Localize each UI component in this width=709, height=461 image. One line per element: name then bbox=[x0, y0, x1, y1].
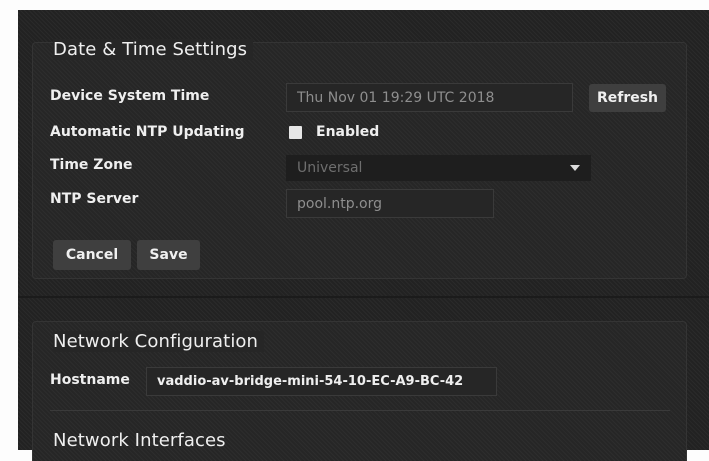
divider bbox=[50, 410, 670, 411]
network-configuration-title: Network Configuration bbox=[53, 331, 265, 352]
chevron-down-icon bbox=[570, 165, 580, 171]
device-system-time-label: Device System Time bbox=[50, 88, 210, 104]
refresh-button[interactable]: Refresh bbox=[589, 84, 666, 112]
time-zone-select[interactable]: Universal bbox=[286, 155, 591, 181]
save-button[interactable]: Save bbox=[137, 240, 200, 270]
ntp-server-label: NTP Server bbox=[50, 191, 139, 207]
datetime-settings-panel: Date & Time Settings Device System Time … bbox=[32, 39, 687, 279]
automatic-ntp-updating-label: Automatic NTP Updating bbox=[50, 124, 245, 140]
ntp-server-field[interactable] bbox=[286, 189, 494, 218]
settings-page: Date & Time Settings Device System Time … bbox=[18, 10, 709, 461]
section-separator bbox=[18, 296, 709, 298]
datetime-section-title: Date & Time Settings bbox=[53, 39, 254, 60]
hostname-field[interactable] bbox=[146, 367, 497, 396]
network-configuration-panel: Network Configuration Hostname Network I… bbox=[32, 321, 687, 461]
ntp-enabled-checkbox[interactable] bbox=[289, 126, 302, 139]
device-system-time-field bbox=[286, 83, 573, 112]
time-zone-label: Time Zone bbox=[50, 157, 133, 173]
time-zone-value: Universal bbox=[297, 160, 363, 176]
cancel-button[interactable]: Cancel bbox=[53, 240, 131, 270]
ntp-enabled-label: Enabled bbox=[316, 124, 380, 140]
hostname-label: Hostname bbox=[50, 372, 130, 388]
network-interfaces-title: Network Interfaces bbox=[53, 430, 226, 451]
